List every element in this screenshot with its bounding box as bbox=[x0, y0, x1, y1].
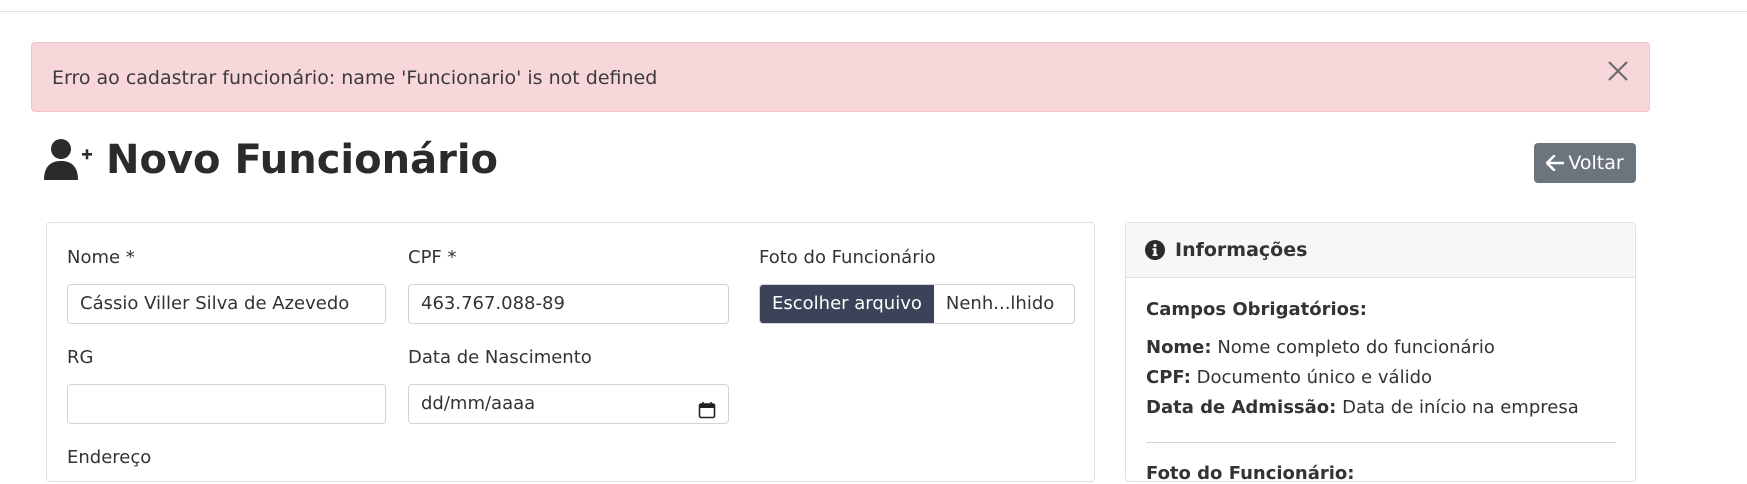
arrow-left-icon bbox=[1546, 155, 1565, 171]
info-circle-icon bbox=[1145, 240, 1165, 260]
nome-label: Nome * bbox=[67, 247, 135, 268]
back-button[interactable]: Voltar bbox=[1534, 143, 1636, 183]
foto-label: Foto do Funcionário bbox=[759, 247, 936, 268]
cpf-label: CPF * bbox=[408, 247, 457, 268]
back-button-label: Voltar bbox=[1568, 152, 1624, 174]
close-icon[interactable] bbox=[1603, 56, 1633, 86]
choose-file-button[interactable]: Escolher arquivo bbox=[760, 285, 934, 323]
error-alert: Erro ao cadastrar funcionário: name 'Fun… bbox=[31, 42, 1650, 112]
info-panel: Informações Campos Obrigatórios: Nome: N… bbox=[1125, 222, 1636, 484]
info-item-cpf: CPF: Documento único e válido bbox=[1146, 367, 1433, 388]
foto-info-heading: Foto do Funcionário: bbox=[1146, 463, 1355, 484]
nome-input[interactable]: Cássio Viller Silva de Azevedo bbox=[67, 284, 386, 324]
info-panel-header: Informações bbox=[1126, 223, 1635, 278]
foto-file-input[interactable]: Escolher arquivo Nenh...lhido bbox=[759, 284, 1075, 324]
page-header: Novo Funcionário bbox=[44, 136, 498, 184]
nascimento-label: Data de Nascimento bbox=[408, 347, 592, 368]
cpf-input[interactable]: 463.767.088-89 bbox=[408, 284, 729, 324]
required-fields-heading: Campos Obrigatórios: bbox=[1146, 299, 1367, 320]
info-panel-title: Informações bbox=[1175, 239, 1308, 261]
info-divider bbox=[1146, 442, 1616, 443]
top-divider bbox=[0, 11, 1747, 12]
info-item-admissao: Data de Admissão: Data de início na empr… bbox=[1146, 397, 1579, 418]
rg-label: RG bbox=[67, 347, 94, 368]
user-plus-icon bbox=[44, 138, 96, 182]
date-placeholder: dd/mm/aaaa bbox=[421, 393, 536, 414]
nascimento-date-input[interactable]: dd/mm/aaaa bbox=[408, 384, 729, 424]
endereco-label: Endereço bbox=[67, 447, 152, 468]
page-title: Novo Funcionário bbox=[106, 137, 499, 183]
rg-input[interactable] bbox=[67, 384, 386, 424]
calendar-icon[interactable] bbox=[698, 395, 716, 419]
file-name: Nenh...lhido bbox=[945, 293, 1055, 314]
alert-message: Erro ao cadastrar funcionário: name 'Fun… bbox=[52, 67, 658, 89]
employee-form: Nome * Cássio Viller Silva de Azevedo CP… bbox=[46, 222, 1095, 482]
info-item-nome: Nome: Nome completo do funcionário bbox=[1146, 337, 1495, 358]
